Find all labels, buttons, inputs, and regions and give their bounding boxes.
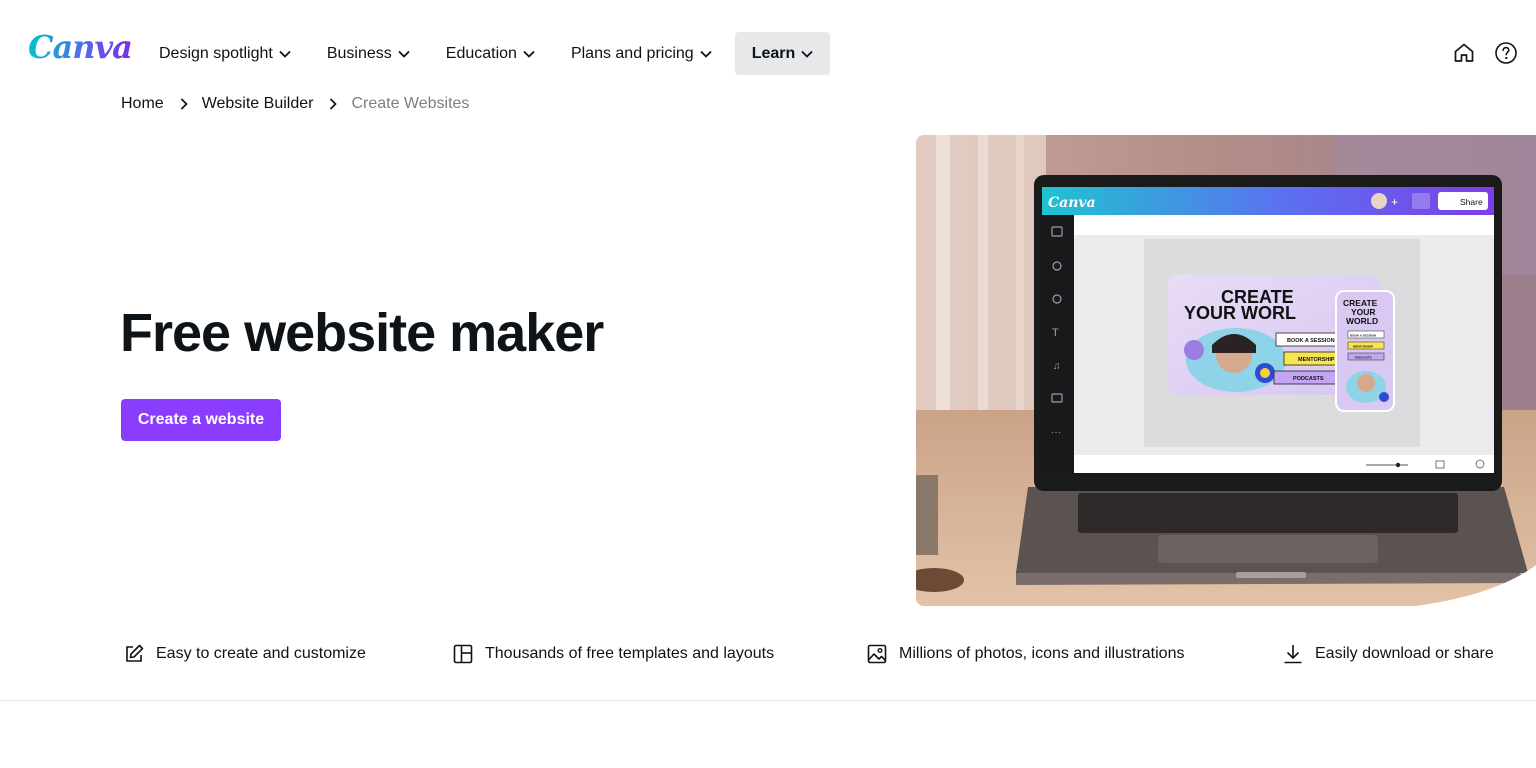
feature-list: Easy to create and customize Thousands o… [0,638,1536,670]
canva-logo[interactable]: Canva [28,28,133,66]
mockup-share-label: Share [1460,197,1483,207]
hero-laptop-image: Canva + Share T ♫ ··· CREATE YOUR WORL B… [916,135,1536,606]
layout-template-icon [451,642,475,666]
breadcrumb: Home Website Builder Create Websites [121,95,469,113]
feature-item: Easily download or share [1281,638,1494,670]
download-icon [1281,642,1305,666]
feature-label: Thousands of free templates and layouts [485,645,775,662]
nav-label: Business [326,44,392,62]
site-header: Canva Design spotlight Business Educatio… [0,0,1536,92]
page-title: Free website maker [120,303,604,363]
chevron-down-icon [279,50,291,58]
nav-education[interactable]: Education [433,32,548,75]
mockup-headline-2: YOUR WORL [1184,303,1296,323]
mockup-phone-button-1: BOOK A SESSION [1350,334,1376,338]
mockup-phone-button-3: PODCASTS [1355,356,1372,360]
pencil-edit-icon [122,642,146,666]
feature-item: Millions of photos, icons and illustrati… [865,638,1184,670]
nav-learn[interactable]: Learn [734,32,831,75]
section-divider [0,700,1536,701]
mockup-button-1: BOOK A SESSION [1287,338,1335,344]
mockup-button-2: MENTORSHIP [1298,357,1335,363]
chevron-down-icon [523,50,535,58]
create-website-button[interactable]: Create a website [121,399,281,441]
chevron-down-icon [398,50,410,58]
feature-item: Easy to create and customize [122,638,366,670]
chevron-down-icon [801,50,813,58]
feature-label: Easily download or share [1315,645,1494,662]
nav-plans-and-pricing[interactable]: Plans and pricing [558,32,725,75]
chevron-down-icon [700,50,712,58]
nav-label: Education [445,44,517,62]
feature-item: Thousands of free templates and layouts [451,638,774,670]
chevron-right-icon [180,98,188,110]
nav-label: Learn [751,44,796,62]
breadcrumb-home[interactable]: Home [121,95,164,113]
image-icon [865,642,889,666]
nav-design-spotlight[interactable]: Design spotlight [146,32,304,75]
nav-business[interactable]: Business [314,32,423,75]
chevron-right-icon [329,98,338,110]
mockup-button-3: PODCASTS [1293,376,1324,382]
feature-label: Millions of photos, icons and illustrati… [899,645,1185,662]
svg-text:···: ··· [1051,427,1061,438]
nav-label: Plans and pricing [570,44,694,62]
svg-text:♫: ♫ [1053,361,1061,372]
mockup-phone-headline-3: WORLD [1346,316,1378,326]
mockup-logo: Canva [1048,195,1096,211]
home-icon[interactable] [1452,41,1476,65]
mockup-phone-button-2: MENTORSHIP [1353,345,1373,349]
nav-label: Design spotlight [159,44,273,62]
breadcrumb-current: Create Websites [351,95,470,112]
svg-text:+: + [1391,195,1398,209]
breadcrumb-website-builder[interactable]: Website Builder [202,95,314,113]
svg-text:T: T [1052,327,1059,339]
feature-label: Easy to create and customize [156,645,366,662]
laptop-illustration: Canva + Share T ♫ ··· CREATE YOUR WORL B… [916,135,1536,606]
main-nav: Design spotlight Business Education Plan… [146,32,840,75]
help-icon[interactable] [1494,41,1518,65]
